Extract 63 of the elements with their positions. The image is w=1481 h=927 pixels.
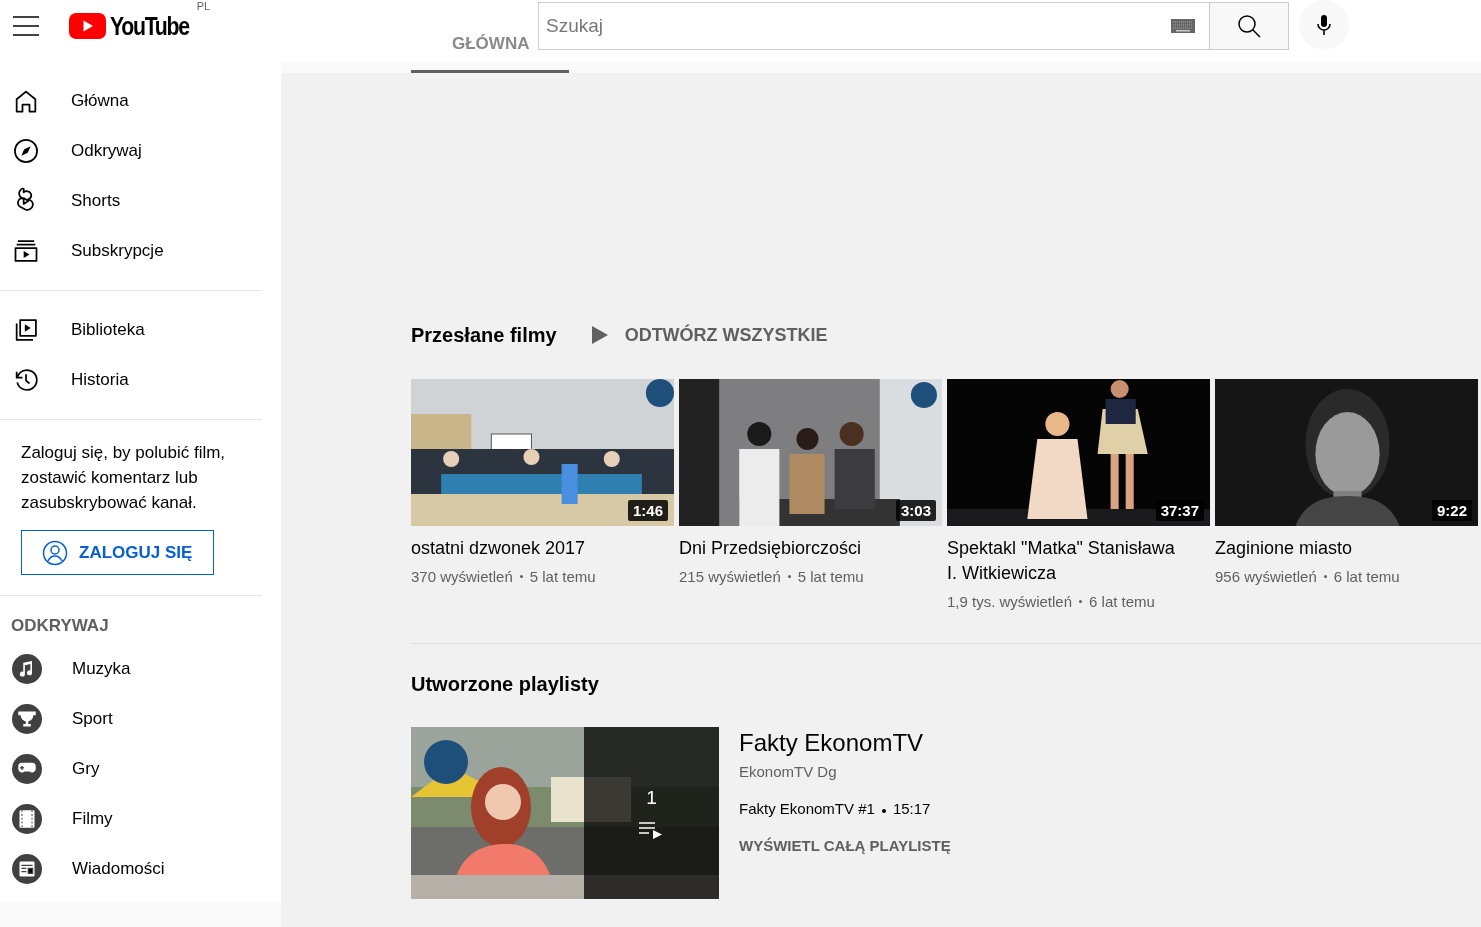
keyboard-icon bbox=[1171, 19, 1195, 33]
video-title[interactable]: Zaginione miasto bbox=[1215, 536, 1455, 561]
sidebar-item[interactable]: Biblioteka bbox=[0, 305, 281, 355]
signin-prompt: Zaloguj się, by polubić film, zostawić komentarz lub zasubskrybować kanał. bbox=[21, 442, 227, 514]
search-icon bbox=[1236, 13, 1262, 39]
separator-dot bbox=[881, 809, 886, 813]
separator-dot bbox=[1079, 600, 1083, 603]
menu-icon bbox=[13, 16, 39, 36]
upload-age: 6 lat temu bbox=[1089, 593, 1155, 610]
playlist-title[interactable]: Fakty EkonomTV bbox=[739, 729, 924, 757]
upload-age: 5 lat temu bbox=[797, 568, 864, 585]
duration-badge: 37:37 bbox=[1155, 500, 1204, 521]
view-playlist-link[interactable]: WYŚWIETL CAŁĄ PLAYLISTĘ bbox=[739, 837, 951, 854]
duration: 15:17 bbox=[892, 800, 931, 817]
view-count: 215 wyświetleń bbox=[679, 568, 781, 585]
video-title[interactable]: Fakty EkonomTV #1 bbox=[739, 800, 875, 817]
play-all-button[interactable]: ODTWÓRZ WSZYSTKIE bbox=[590, 324, 828, 346]
country-code: PL bbox=[196, 0, 211, 12]
duration-badge: 1:46 bbox=[627, 500, 668, 521]
sidebar-item[interactable]: Filmy bbox=[0, 794, 281, 844]
play-icon bbox=[590, 325, 609, 345]
duration-badge: 9:22 bbox=[1431, 500, 1472, 521]
playlist-icon bbox=[638, 821, 665, 839]
music-note-icon bbox=[12, 654, 42, 684]
video-count: 1 bbox=[646, 787, 657, 809]
upload-age: 5 lat temu bbox=[529, 568, 596, 585]
newspaper-icon bbox=[12, 854, 42, 884]
sidebar-item[interactable]: Subskrypcje bbox=[0, 226, 281, 276]
section-heading: ODKRYWAJ bbox=[11, 616, 110, 636]
sidebar-item[interactable]: Muzyka bbox=[0, 644, 281, 694]
logo-text[interactable]: YouTube bbox=[110, 11, 189, 41]
sidebar-item[interactable]: Sport bbox=[0, 694, 281, 744]
view-count: 370 wyświetleń bbox=[411, 568, 513, 585]
video-title[interactable]: Dni Przedsiębiorczości bbox=[679, 536, 919, 561]
logo-icon bbox=[69, 13, 106, 39]
sidebar-item[interactable]: Shorts bbox=[0, 176, 281, 226]
signin-button[interactable]: ZALOGUJ SIĘ bbox=[21, 530, 214, 575]
separator-dot bbox=[519, 575, 523, 578]
duration-badge: 3:03 bbox=[895, 500, 936, 521]
compass-icon bbox=[12, 137, 40, 165]
separator-dot bbox=[787, 575, 791, 578]
sidebar-item[interactable]: Gry bbox=[0, 744, 281, 794]
person-icon bbox=[42, 539, 68, 566]
section-title: Utworzone playlisty bbox=[411, 673, 600, 696]
subscriptions-icon bbox=[12, 237, 40, 265]
sidebar-item[interactable]: Główna bbox=[0, 76, 281, 126]
video-title[interactable]: ostatni dzwonek 2017 bbox=[411, 536, 651, 561]
view-count: 956 wyświetleń bbox=[1215, 568, 1317, 585]
section-title: Przesłane filmy bbox=[411, 323, 557, 347]
channel-name[interactable]: EkonomTV Dg bbox=[739, 763, 837, 780]
sidebar-item[interactable]: Wiadomości bbox=[0, 844, 281, 894]
trophy-icon bbox=[12, 704, 42, 734]
search-button[interactable] bbox=[1210, 2, 1289, 50]
view-count: 1,9 tys. wyświetleń bbox=[947, 593, 1073, 610]
search-field[interactable]: Szukaj bbox=[538, 2, 1210, 50]
video-title[interactable]: Spektakl "Matka" Stanisława I. Witkiewicza bbox=[947, 536, 1187, 586]
film-strip-icon bbox=[12, 804, 42, 834]
sidebar-item[interactable]: Historia bbox=[0, 355, 281, 405]
gamepad-icon bbox=[12, 754, 42, 784]
upload-age: 6 lat temu bbox=[1333, 568, 1400, 585]
microphone-button[interactable] bbox=[1299, 0, 1349, 50]
separator-dot bbox=[1323, 575, 1327, 578]
sidebar-item[interactable]: Odkrywaj bbox=[0, 126, 281, 176]
